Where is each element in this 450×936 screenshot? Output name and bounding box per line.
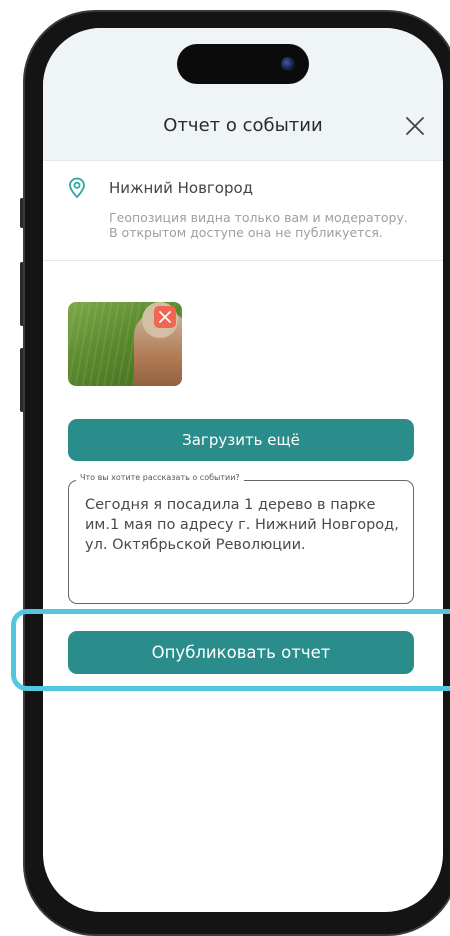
header-divider xyxy=(43,160,443,161)
phone-screen: Отчет о событии Нижний Новгород Геопозиц… xyxy=(43,28,443,912)
close-button[interactable] xyxy=(403,114,427,138)
publish-report-button[interactable]: Опубликовать отчет xyxy=(68,631,414,674)
close-icon xyxy=(406,117,424,135)
dynamic-island xyxy=(177,44,309,84)
upload-more-button[interactable]: Загрузить ещё xyxy=(68,419,414,461)
location-privacy-hint: Геопозиция видна только вам и модератору… xyxy=(109,210,408,240)
remove-photo-button[interactable] xyxy=(154,306,176,328)
location-city: Нижний Новгород xyxy=(109,179,254,197)
location-divider xyxy=(43,260,443,261)
camera-icon xyxy=(281,57,295,71)
location-pin-icon xyxy=(69,177,85,199)
page-title: Отчет о событии xyxy=(163,115,323,136)
story-textarea-label: Что вы хотите рассказать о событии? xyxy=(76,473,244,482)
story-textarea-value[interactable]: Сегодня я посадила 1 дерево в парке им.1… xyxy=(85,495,403,555)
close-icon xyxy=(159,311,171,323)
